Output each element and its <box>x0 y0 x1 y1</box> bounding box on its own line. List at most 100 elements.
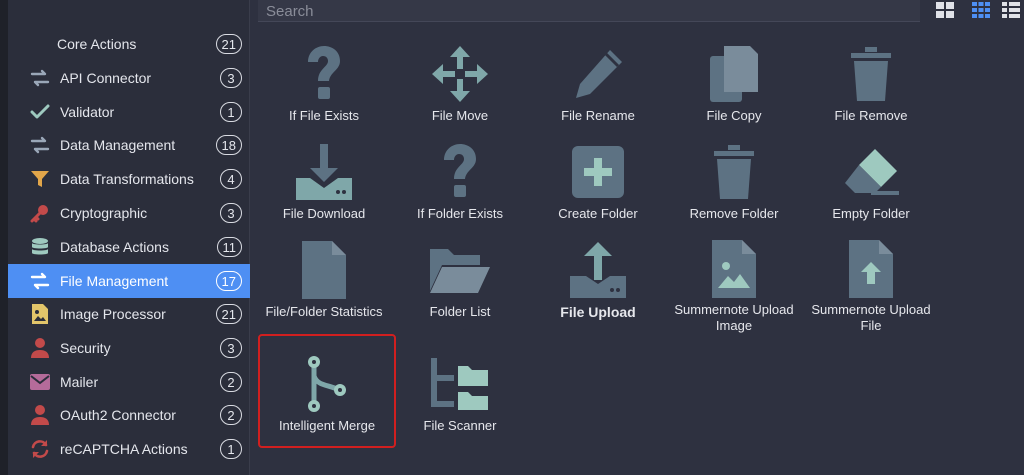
sidebar-item-api-connector[interactable]: API Connector 3 <box>8 61 250 95</box>
copy-icon <box>702 42 766 106</box>
arrows-exchange-icon <box>30 68 50 88</box>
action-label: File Upload <box>560 304 636 320</box>
sidebar-item-label: Validator <box>60 104 115 120</box>
action-label: File Remove <box>834 108 908 123</box>
sidebar-item-label: Data Management <box>60 137 176 153</box>
action-label: Intelligent Merge <box>278 418 376 433</box>
list-view-button[interactable] <box>1000 0 1022 20</box>
sidebar-item-data-management[interactable]: Data Management 18 <box>8 128 250 162</box>
sidebar-item-file-management[interactable]: File Management 17 <box>8 264 250 298</box>
action-empty-folder[interactable]: Empty Folder <box>803 140 939 236</box>
download-icon <box>292 140 356 204</box>
sidebar-item-label: Database Actions <box>60 239 169 255</box>
trash-icon <box>839 42 903 106</box>
action-label: Folder List <box>429 304 491 319</box>
app-window: Core Actions 21 API Connector 3 Validato… <box>0 0 1024 475</box>
file-upload-icon <box>839 238 903 300</box>
folder-tree-icon <box>428 352 492 416</box>
sidebar-item-label: reCAPTCHA Actions <box>60 441 188 457</box>
sidebar-item-database-actions[interactable]: Database Actions 11 <box>8 230 250 264</box>
action-file-upload[interactable]: File Upload <box>530 238 666 334</box>
action-summernote-upload-file[interactable]: Summernote Upload File <box>803 238 939 334</box>
count-badge: 1 <box>220 102 242 122</box>
move-arrows-icon <box>428 42 492 106</box>
sidebar-item-label: Data Transformations <box>60 171 194 187</box>
action-label: Remove Folder <box>689 206 779 221</box>
action-label: File Move <box>431 108 489 123</box>
sidebar-item-image-processor[interactable]: Image Processor 21 <box>8 297 250 331</box>
refresh-icon <box>30 439 50 459</box>
action-intelligent-merge[interactable]: Intelligent Merge <box>258 334 396 448</box>
pencil-icon <box>566 42 630 106</box>
arrows-exchange-icon <box>30 135 50 155</box>
file-icon <box>292 238 356 302</box>
sidebar-item-security[interactable]: Security 3 <box>8 331 250 365</box>
list-icon <box>1002 2 1020 18</box>
sidebar-item-label: Image Processor <box>60 306 166 322</box>
database-icon <box>30 237 50 257</box>
count-badge: 17 <box>215 271 242 291</box>
question-icon <box>428 140 492 204</box>
count-badge: 21 <box>215 34 242 54</box>
action-file-rename[interactable]: File Rename <box>530 42 666 138</box>
action-label: Create Folder <box>558 206 638 221</box>
plus-square-icon <box>566 140 630 204</box>
count-badge: 18 <box>215 135 242 155</box>
large-grid-view-button[interactable] <box>934 0 956 20</box>
file-image-icon <box>702 238 766 300</box>
small-grid-view-button[interactable] <box>970 0 992 20</box>
left-edge <box>0 0 8 475</box>
action-file-scanner[interactable]: File Scanner <box>392 352 528 448</box>
action-label: If File Exists <box>288 108 360 123</box>
action-label: File/Folder Statistics <box>265 304 383 319</box>
action-folder-list[interactable]: Folder List <box>392 238 528 334</box>
action-label: Summernote Upload File <box>811 302 931 333</box>
count-badge: 4 <box>220 169 242 189</box>
user-icon <box>30 338 50 358</box>
count-badge: 2 <box>220 405 242 425</box>
action-create-folder[interactable]: Create Folder <box>530 140 666 236</box>
upload-icon <box>566 238 630 302</box>
image-file-icon <box>30 304 50 324</box>
action-if-folder-exists[interactable]: If Folder Exists <box>392 140 528 236</box>
action-label: If Folder Exists <box>417 206 503 221</box>
sidebar-item-cryptographic[interactable]: Cryptographic 3 <box>8 196 250 230</box>
sidebar-item-label: File Management <box>60 273 169 289</box>
count-badge: 21 <box>215 304 242 324</box>
count-badge: 3 <box>220 68 242 88</box>
action-remove-folder[interactable]: Remove Folder <box>666 140 802 236</box>
user-icon <box>30 405 50 425</box>
count-badge: 2 <box>220 372 242 392</box>
grid-large-icon <box>936 2 954 18</box>
sidebar-item-validator[interactable]: Validator 1 <box>8 95 250 129</box>
sidebar-item-oauth2-connector[interactable]: OAuth2 Connector 2 <box>8 398 250 432</box>
sidebar-item-mailer[interactable]: Mailer 2 <box>8 365 250 399</box>
search-input[interactable] <box>258 0 920 22</box>
arrows-exchange-icon <box>30 271 50 291</box>
sidebar-item-core-actions[interactable]: Core Actions 21 <box>8 27 250 61</box>
category-sidebar: Core Actions 21 API Connector 3 Validato… <box>8 0 250 475</box>
action-if-file-exists[interactable]: If File Exists <box>256 42 392 138</box>
action-label: File Scanner <box>423 418 497 433</box>
action-label: File Download <box>282 206 366 221</box>
sidebar-item-recaptcha-actions[interactable]: reCAPTCHA Actions 1 <box>8 432 250 466</box>
sidebar-item-data-transformations[interactable]: Data Transformations 4 <box>8 162 250 196</box>
funnel-icon <box>30 169 50 189</box>
action-file-copy[interactable]: File Copy <box>666 42 802 138</box>
count-badge: 1 <box>220 439 242 459</box>
grid-small-icon <box>972 2 990 18</box>
question-icon <box>292 42 356 106</box>
sidebar-item-label: Cryptographic <box>60 205 148 221</box>
action-summernote-upload-image[interactable]: Summernote Upload Image <box>666 238 802 334</box>
sidebar-item-label: Core Actions <box>57 36 137 52</box>
action-label: File Rename <box>561 108 635 123</box>
sidebar-item-label: Security <box>60 340 111 356</box>
action-file-download[interactable]: File Download <box>256 140 392 236</box>
envelope-icon <box>30 372 50 392</box>
action-file-folder-statistics[interactable]: File/Folder Statistics <box>256 238 392 334</box>
trash-icon <box>702 140 766 204</box>
action-file-move[interactable]: File Move <box>392 42 528 138</box>
action-label: Empty Folder <box>832 206 910 221</box>
action-file-remove[interactable]: File Remove <box>803 42 939 138</box>
folder-open-icon <box>428 238 492 302</box>
